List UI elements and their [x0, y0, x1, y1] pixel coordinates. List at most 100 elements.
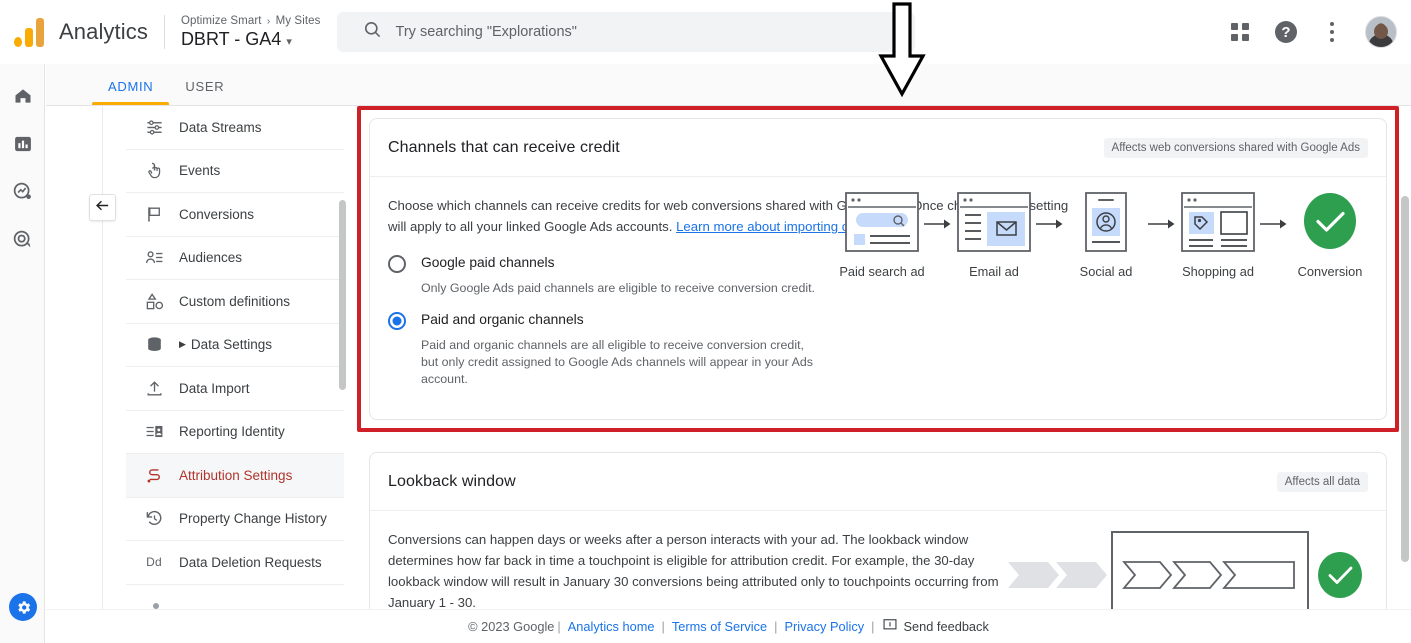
subnav-scrollbar[interactable] — [339, 200, 346, 390]
footer-pipe-3: | — [774, 619, 778, 634]
funnel-step-social-ad: Social ad — [1066, 191, 1146, 279]
paid-search-ad-icon — [845, 192, 919, 252]
breadcrumb: Optimize Smart › My Sites — [181, 15, 321, 28]
ga4-admin-page: Analytics Optimize Smart › My Sites DBRT… — [0, 0, 1411, 643]
history-clock-icon — [143, 509, 165, 528]
search-icon — [363, 20, 382, 44]
upload-icon — [143, 379, 165, 398]
left-nav-rail — [0, 64, 45, 643]
funnel-caption-paid-search-ad: Paid search ad — [839, 264, 925, 279]
radio-option-paid-and-organic-channels[interactable]: Paid and organic channels — [388, 311, 1368, 330]
reports-bar-chart-icon — [13, 134, 33, 159]
lookback-window-card: Lookback window Affects all data Convers… — [369, 452, 1387, 610]
feedback-icon — [883, 618, 897, 635]
footer-pipe-4: | — [871, 619, 875, 634]
send-feedback-button[interactable]: Send feedback — [883, 618, 989, 635]
reporting-identity-icon — [143, 422, 165, 441]
conversion-check-icon — [1304, 193, 1356, 249]
channels-that-can-receive-credit-card: Channels that can receive credit Affects… — [369, 118, 1387, 420]
rail-item-explore[interactable] — [0, 172, 45, 216]
rail-item-advertising[interactable] — [0, 220, 45, 264]
data-streams-icon — [143, 118, 165, 137]
breadcrumb-site: My Sites — [275, 14, 321, 27]
header-divider — [163, 15, 165, 49]
dd-text-icon: Dd — [146, 555, 162, 570]
sidebar-item-label: Data Import — [179, 380, 250, 396]
collapse-menu-button[interactable] — [89, 194, 116, 221]
footer-link-privacy-policy[interactable]: Privacy Policy — [784, 619, 864, 634]
analytics-logo-icon — [14, 17, 48, 47]
sidebar-item-property-change-history[interactable]: Property Change History — [126, 498, 344, 541]
sidebar-item-label: Custom definitions — [179, 293, 291, 309]
search-bar[interactable]: Try searching "Explorations" — [336, 12, 915, 52]
funnel-step-conversion: Conversion — [1290, 191, 1370, 279]
database-icon — [143, 335, 165, 354]
sidebar-item-label: Events — [179, 163, 221, 179]
search-placeholder: Try searching "Explorations" — [395, 24, 577, 40]
tab-admin[interactable]: ADMIN — [92, 79, 170, 105]
sidebar-item-audiences[interactable]: Audiences — [126, 237, 344, 280]
sidebar-item-label: Reporting Identity — [179, 424, 285, 440]
gear-icon[interactable] — [9, 593, 37, 621]
lookback-card-description: Conversions can happen days or weeks aft… — [388, 532, 999, 610]
funnel-step-paid-search-ad: Paid search ad — [839, 191, 925, 279]
social-ad-icon — [1085, 192, 1127, 252]
radio-google-paid-channels[interactable] — [388, 255, 406, 273]
down-arrow-annotation — [876, 2, 928, 103]
funnel-step-email-ad: Email ad — [954, 191, 1034, 279]
sidebar-item-data-streams[interactable]: Data Streams — [126, 106, 344, 150]
kebab-more-icon[interactable] — [1319, 19, 1345, 45]
channels-card-badge: Affects web conversions shared with Goog… — [1103, 137, 1368, 158]
sidebar-item-custom-definitions[interactable]: Custom definitions — [126, 280, 344, 324]
grid-apps-icon[interactable] — [1227, 19, 1253, 45]
sidebar-item-attribution-settings[interactable]: Attribution Settings — [126, 454, 344, 498]
property-name-text: DBRT - GA4 — [180, 29, 282, 50]
chevron-down-icon: ▾ — [286, 36, 292, 49]
property-name[interactable]: DBRT - GA4 ▾ — [181, 30, 321, 49]
funnel-step-shopping-ad: Shopping ad — [1178, 191, 1258, 279]
avatar[interactable] — [1365, 16, 1397, 48]
sidebar-item-reporting-identity[interactable]: Reporting Identity — [126, 411, 344, 454]
sidebar-item-label: Property Change History — [179, 511, 327, 527]
attribution-funnel-diagram: Paid search ad Email ad Social ad Shoppi… — [839, 191, 1370, 279]
shopping-ad-icon — [1181, 192, 1255, 252]
footer-link-terms-of-service[interactable]: Terms of Service — [672, 619, 767, 634]
funnel-arrow-4 — [1258, 217, 1290, 231]
footer-link-analytics-home[interactable]: Analytics home — [568, 619, 655, 634]
funnel-arrow-2 — [1034, 217, 1066, 231]
brand-title: Analytics — [59, 19, 148, 44]
sidebar-item-events[interactable]: Events — [126, 150, 344, 193]
funnel-arrow-3 — [1146, 217, 1178, 231]
property-selector[interactable]: Optimize Smart › My Sites DBRT - GA4 ▾ — [181, 15, 321, 49]
top-app-bar: Analytics Optimize Smart › My Sites DBRT… — [0, 0, 1411, 64]
sidebar-item-data-deletion-requests[interactable]: Dd Data Deletion Requests — [126, 541, 344, 585]
radio-paid-and-organic-channels-label: Paid and organic channels — [421, 312, 584, 327]
page-scrollbar[interactable] — [1401, 196, 1409, 562]
lookback-card-body: Conversions can happen days or weeks aft… — [370, 511, 1386, 610]
attribution-path-icon — [143, 466, 165, 485]
rail-item-home[interactable] — [0, 76, 45, 120]
tab-user[interactable]: USER — [169, 79, 240, 105]
flag-icon — [143, 205, 165, 224]
breadcrumb-account: Optimize Smart — [180, 14, 262, 27]
main-content: Channels that can receive credit Affects… — [352, 106, 1401, 610]
channels-card-title: Channels that can receive credit — [388, 138, 620, 156]
nav-divider-line — [102, 106, 103, 610]
sidebar-item-data-settings[interactable]: ▶ Data Settings — [126, 324, 344, 367]
sidebar-item-data-import[interactable]: Data Import — [126, 367, 344, 411]
funnel-caption-conversion: Conversion — [1297, 264, 1363, 279]
help-circle-icon[interactable]: ? — [1273, 19, 1299, 45]
sidebar-item-partial[interactable] — [126, 585, 344, 611]
channels-card-body: Choose which channels can receive credit… — [370, 177, 1386, 388]
radio-paid-and-organic-channels[interactable] — [388, 312, 406, 330]
funnel-caption-email-ad: Email ad — [969, 264, 1019, 279]
sidebar-item-label: Data Deletion Requests — [179, 554, 322, 570]
top-bar-actions: ? — [1227, 0, 1397, 64]
sidebar-item-conversions[interactable]: Conversions — [126, 193, 344, 237]
footer-pipe-2: | — [661, 619, 665, 634]
rail-item-reports[interactable] — [0, 124, 45, 168]
expand-triangle-icon[interactable]: ▶ — [179, 339, 186, 350]
sidebar-item-label: Audiences — [179, 250, 243, 266]
funnel-arrow-1 — [922, 217, 954, 231]
send-feedback-label: Send feedback — [903, 619, 989, 634]
